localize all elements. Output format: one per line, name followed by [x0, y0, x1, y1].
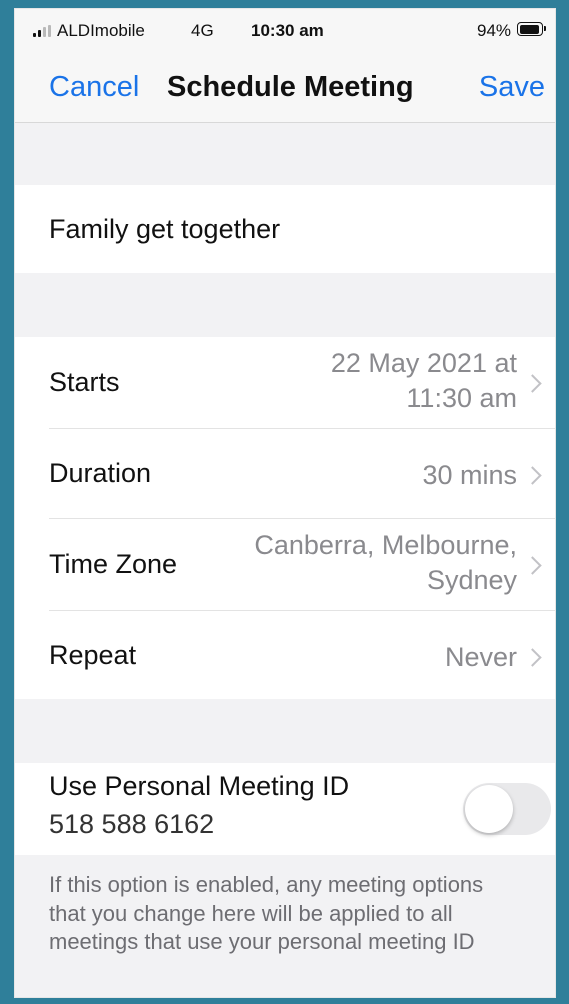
topic-input[interactable]: Family get together: [49, 214, 280, 245]
duration-row[interactable]: Duration 30 mins: [15, 429, 555, 519]
toggle-knob[interactable]: [465, 785, 513, 833]
meeting-details-group: Starts 22 May 2021 at 11:30 am Duration …: [15, 337, 555, 699]
carrier-name: ALDImobile: [57, 21, 145, 40]
chevron-right-icon: [523, 374, 542, 393]
time-zone-line1: Canberra, Melbourne,: [254, 530, 517, 560]
repeat-label: Repeat: [49, 640, 137, 670]
duration-text: 30 mins: [422, 460, 517, 490]
battery-icon: [517, 22, 546, 36]
time-zone-row[interactable]: Time Zone Canberra, Melbourne, Sydney: [15, 519, 555, 611]
personal-meeting-id-footnote: If this option is enabled, any meeting o…: [49, 872, 484, 955]
save-button[interactable]: Save: [479, 71, 545, 104]
starts-value: 22 May 2021 at 11:30 am: [331, 346, 517, 415]
personal-meeting-id-toggle[interactable]: [463, 783, 551, 835]
personal-meeting-id-label: Use Personal Meeting ID: [49, 771, 350, 801]
chevron-right-icon: [523, 556, 542, 575]
duration-label: Duration: [49, 458, 152, 488]
time-zone-label: Time Zone: [49, 549, 178, 579]
navigation-bar: Cancel Schedule Meeting Save: [15, 53, 555, 123]
time-zone-value: Canberra, Melbourne, Sydney: [254, 528, 517, 597]
battery-fill: [519, 24, 540, 34]
network-type: 4G: [191, 21, 214, 40]
starts-label: Starts: [49, 367, 120, 397]
phone-screen: ALDImobile 4G 10:30 am 94% Cancel Schedu…: [14, 8, 556, 998]
starts-time: 11:30 am: [406, 382, 517, 413]
signal-strength-icon: [33, 25, 51, 37]
page-title: Schedule Meeting: [167, 71, 414, 103]
personal-meeting-id-row: Use Personal Meeting ID 518 588 6162: [15, 763, 555, 855]
chevron-right-icon: [523, 648, 542, 667]
repeat-text: Never: [444, 642, 517, 672]
starts-row[interactable]: Starts 22 May 2021 at 11:30 am: [15, 337, 555, 429]
status-bar: ALDImobile 4G 10:30 am 94%: [15, 9, 555, 53]
repeat-row[interactable]: Repeat Never: [15, 611, 555, 699]
repeat-value: Never: [445, 640, 517, 675]
chevron-right-icon: [523, 466, 542, 485]
time-zone-line2: Sydney: [426, 564, 517, 595]
status-time: 10:30 am: [251, 21, 324, 40]
cancel-button[interactable]: Cancel: [49, 71, 139, 104]
battery-percentage: 94%: [477, 21, 512, 40]
personal-meeting-id-number: 518 588 6162: [49, 809, 215, 839]
topic-field[interactable]: Family get together: [15, 185, 555, 273]
starts-date: 22 May 2021 at: [330, 348, 517, 378]
duration-value: 30 mins: [422, 458, 517, 493]
